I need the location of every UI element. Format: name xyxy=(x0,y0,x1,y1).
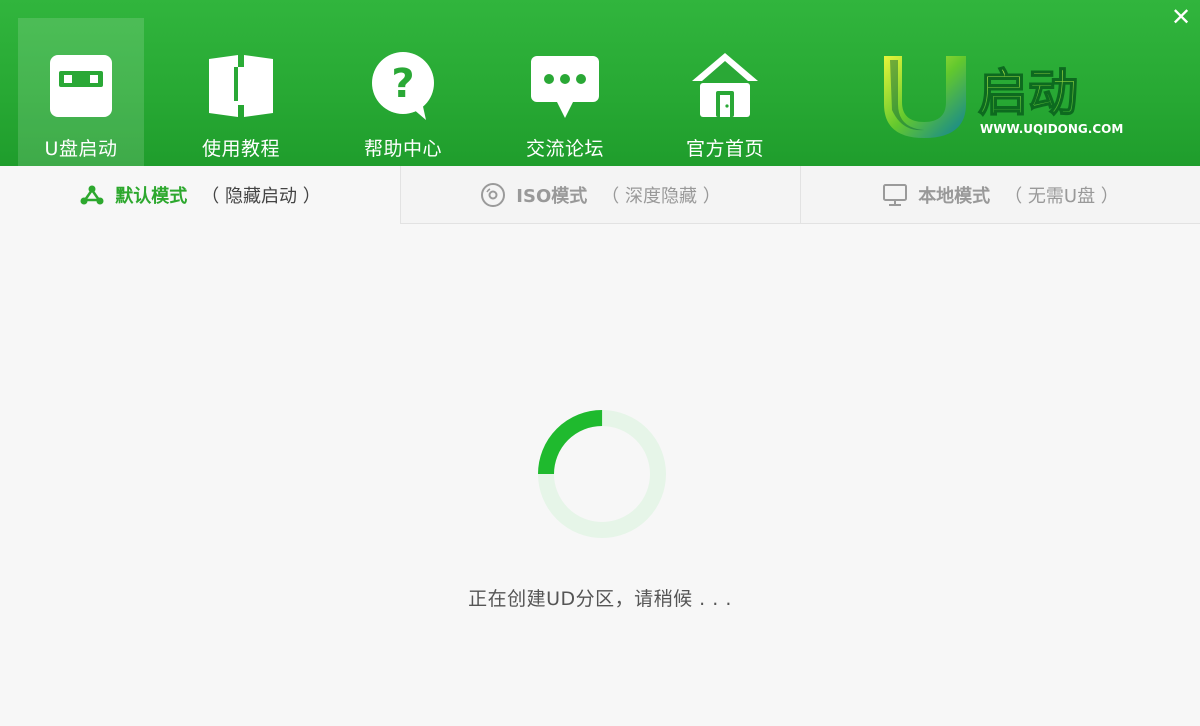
brand-logo: 启动 WWW.UQIDONG.COM xyxy=(878,50,1140,140)
svg-text:?: ? xyxy=(391,61,414,107)
nav-tutorial[interactable]: 使用教程 xyxy=(178,18,304,166)
loading-spinner xyxy=(538,410,666,538)
nav-label: U盘启动 xyxy=(44,138,118,160)
nav-label: 官方首页 xyxy=(685,138,764,160)
nav-label: 使用教程 xyxy=(201,138,280,160)
nav-label: 帮助中心 xyxy=(363,138,442,160)
logo-url: WWW.UQIDONG.COM xyxy=(980,122,1123,136)
nav-homepage[interactable]: 官方首页 xyxy=(662,18,788,166)
close-button[interactable]: ✕ xyxy=(1168,4,1194,30)
tab-subtitle: （ 无需U盘 ） xyxy=(1004,185,1119,207)
tab-title: 默认模式 xyxy=(115,186,188,207)
book-icon xyxy=(203,48,279,124)
tab-local-mode[interactable]: 本地模式 （ 无需U盘 ） xyxy=(800,166,1200,224)
nav-help-center[interactable]: ? 帮助中心 xyxy=(340,18,466,166)
home-icon xyxy=(687,48,763,124)
mode-tabs: 默认模式 （ 隐藏启动 ） ISO模式 （ 深度隐藏 ） 本地模式 （ 无需U盘… xyxy=(0,166,1200,224)
monitor-icon xyxy=(882,182,908,208)
nav-label: 交流论坛 xyxy=(525,138,604,160)
tab-title: ISO模式 xyxy=(516,185,588,207)
disc-icon xyxy=(480,182,506,208)
help-bubble-icon: ? xyxy=(365,48,441,124)
usb-drive-icon xyxy=(43,48,119,124)
tab-subtitle: （ 深度隐藏 ） xyxy=(601,185,721,207)
nav-usb-boot[interactable]: U盘启动 xyxy=(18,18,144,166)
nav-forum[interactable]: 交流论坛 xyxy=(502,18,628,166)
chat-bubble-icon xyxy=(527,48,603,124)
share-nodes-icon xyxy=(79,182,105,208)
tab-iso-mode[interactable]: ISO模式 （ 深度隐藏 ） xyxy=(400,166,800,224)
logo-text: 启动 xyxy=(978,64,1078,122)
app-header: U盘启动 使用教程 ? 帮助中心 交流论坛 官方首页 启动 WWW.UQIDON… xyxy=(0,0,1200,166)
tab-title: 本地模式 xyxy=(918,185,991,207)
status-message: 正在创建UD分区，请稍候 . . . xyxy=(468,588,732,610)
tab-default-mode[interactable]: 默认模式 （ 隐藏启动 ） xyxy=(0,166,400,224)
tab-subtitle: （ 隐藏启动 ） xyxy=(201,186,321,207)
